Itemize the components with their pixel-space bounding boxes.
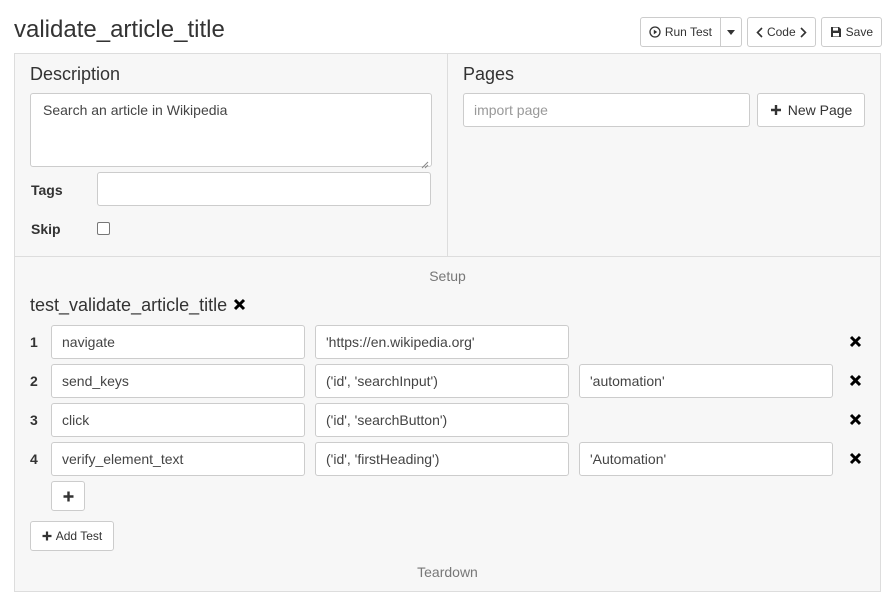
step-arg1-input[interactable]: ('id', 'searchInput')	[315, 364, 569, 398]
step-arg2-input[interactable]: 'Automation'	[579, 442, 833, 476]
step-arg2-value: 'automation'	[590, 373, 665, 389]
test-editor-panel: Description Search an article in Wikiped…	[14, 53, 881, 592]
run-test-dropdown-button[interactable]	[720, 17, 742, 47]
run-test-button[interactable]: Run Test	[639, 17, 721, 47]
step-action-value: send_keys	[62, 373, 129, 389]
run-test-label: Run Test	[664, 25, 712, 39]
step-action-input[interactable]: verify_element_text	[51, 442, 305, 476]
description-heading: Description	[30, 64, 121, 84]
add-test-label: Add Test	[55, 529, 103, 543]
step-action-value: verify_element_text	[62, 451, 184, 467]
import-page-input[interactable]: import page	[463, 93, 750, 127]
step-arg1-value: ('id', 'searchButton')	[326, 412, 448, 428]
delete-step-icon[interactable]	[849, 374, 863, 388]
plus-icon	[63, 491, 74, 502]
step-arg1-value: ('id', 'firstHeading')	[326, 451, 440, 467]
plus-icon	[770, 104, 782, 116]
pages-heading: Pages	[463, 64, 515, 84]
step-arg1-input[interactable]: 'https://en.wikipedia.org'	[315, 325, 569, 359]
step-action-value: navigate	[62, 334, 115, 350]
step-number: 4	[30, 451, 38, 467]
step-number: 2	[30, 373, 38, 389]
test-function-name: test_validate_article_title	[30, 295, 228, 315]
delete-step-icon[interactable]	[849, 413, 863, 427]
teardown-label[interactable]: Teardown	[15, 564, 880, 580]
step-arg1-input[interactable]: ('id', 'firstHeading')	[315, 442, 569, 476]
tags-label: Tags	[31, 182, 63, 198]
code-label: Code	[766, 25, 796, 39]
new-page-label: New Page	[787, 102, 853, 118]
delete-step-icon[interactable]	[849, 335, 863, 349]
caret-down-icon	[726, 29, 735, 35]
description-section: Description Search an article in Wikiped…	[15, 54, 448, 256]
page-title: validate_article_title	[14, 16, 225, 43]
step-arg1-value: 'https://en.wikipedia.org'	[326, 334, 475, 350]
code-button[interactable]: Code	[746, 17, 816, 47]
chevron-right-icon	[800, 26, 807, 38]
step-number: 3	[30, 412, 38, 428]
add-step-button[interactable]	[51, 481, 85, 511]
tags-input[interactable]	[97, 172, 431, 206]
plus-icon	[42, 531, 52, 541]
description-text: Search an article in Wikipedia	[43, 102, 228, 118]
step-arg2-input[interactable]: 'automation'	[579, 364, 833, 398]
step-action-value: click	[62, 412, 90, 428]
step-action-input[interactable]: send_keys	[51, 364, 305, 398]
resize-grip-icon[interactable]	[421, 156, 429, 169]
section-divider	[15, 256, 880, 257]
save-button[interactable]: Save	[820, 17, 882, 47]
step-arg2-value: 'Automation'	[590, 451, 667, 467]
pages-section: Pages import page New Page	[448, 54, 880, 256]
new-page-button[interactable]: New Page	[757, 93, 865, 127]
chevron-left-icon	[756, 26, 763, 38]
delete-test-icon[interactable]	[233, 295, 246, 316]
step-action-input[interactable]: navigate	[51, 325, 305, 359]
play-circle-icon	[649, 26, 661, 38]
delete-step-icon[interactable]	[849, 452, 863, 466]
skip-checkbox[interactable]	[97, 222, 110, 235]
step-number: 1	[30, 334, 38, 350]
step-arg1-input[interactable]: ('id', 'searchButton')	[315, 403, 569, 437]
step-action-input[interactable]: click	[51, 403, 305, 437]
floppy-disk-icon	[830, 26, 842, 38]
test-function-title: test_validate_article_title	[30, 295, 246, 316]
setup-label[interactable]: Setup	[15, 268, 880, 284]
save-label: Save	[845, 25, 873, 39]
description-textarea[interactable]: Search an article in Wikipedia	[30, 93, 432, 169]
step-arg1-value: ('id', 'searchInput')	[326, 373, 438, 389]
skip-label: Skip	[31, 221, 61, 237]
add-test-button[interactable]: Add Test	[30, 521, 114, 551]
run-test-group: Run Test	[639, 17, 742, 47]
toolbar: Run Test Code Save	[639, 17, 882, 47]
